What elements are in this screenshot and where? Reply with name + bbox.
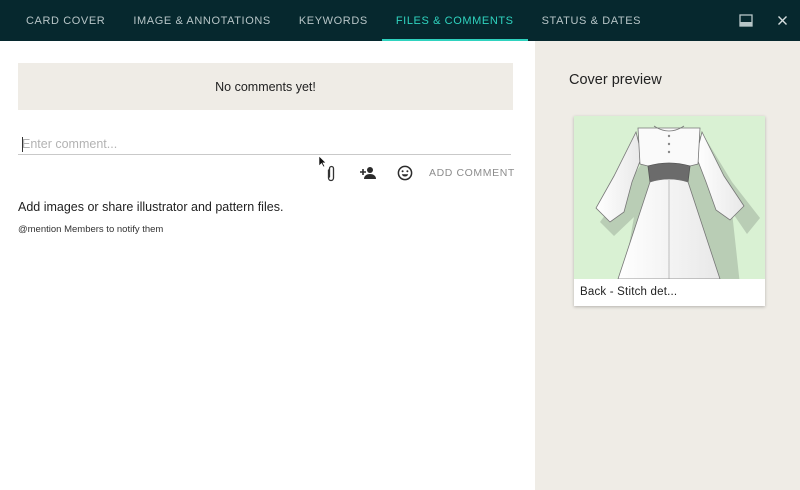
text-caret <box>22 137 23 152</box>
add-person-icon[interactable] <box>349 162 386 184</box>
tab-status-dates[interactable]: STATUS & DATES <box>528 0 655 41</box>
close-icon[interactable] <box>764 0 800 41</box>
cover-card[interactable]: Back - Stitch det... <box>574 116 765 306</box>
comments-panel: No comments yet! ADD COMMENT Add images … <box>0 41 535 490</box>
cover-image-label: Back - Stitch det... <box>580 286 678 298</box>
cover-preview-title: Cover preview <box>569 72 662 88</box>
tab-image-annotations[interactable]: IMAGE & ANNOTATIONS <box>119 0 285 41</box>
top-tab-bar: CARD COVER IMAGE & ANNOTATIONS KEYWORDS … <box>0 0 800 41</box>
tab-files-comments[interactable]: FILES & COMMENTS <box>381 0 528 41</box>
comment-actions: ADD COMMENT <box>312 162 515 184</box>
tab-card-cover[interactable]: CARD COVER <box>12 0 119 41</box>
cover-image <box>574 116 765 279</box>
no-comments-message: No comments yet! <box>18 63 513 110</box>
mouse-pointer-icon <box>318 155 327 173</box>
add-comment-button[interactable]: ADD COMMENT <box>429 167 515 179</box>
window-controls <box>728 0 800 41</box>
tab-list: CARD COVER IMAGE & ANNOTATIONS KEYWORDS … <box>12 0 655 41</box>
emoji-icon[interactable] <box>386 162 423 184</box>
comment-input[interactable] <box>18 133 511 155</box>
panel-toggle-icon[interactable] <box>728 0 764 41</box>
help-text-files: Add images or share illustrator and patt… <box>18 200 284 214</box>
help-text-mention: @mention Members to notify them <box>18 224 164 235</box>
tab-keywords[interactable]: KEYWORDS <box>285 0 382 41</box>
cover-preview-panel: Cover preview Back - Stitch det... <box>535 41 800 490</box>
